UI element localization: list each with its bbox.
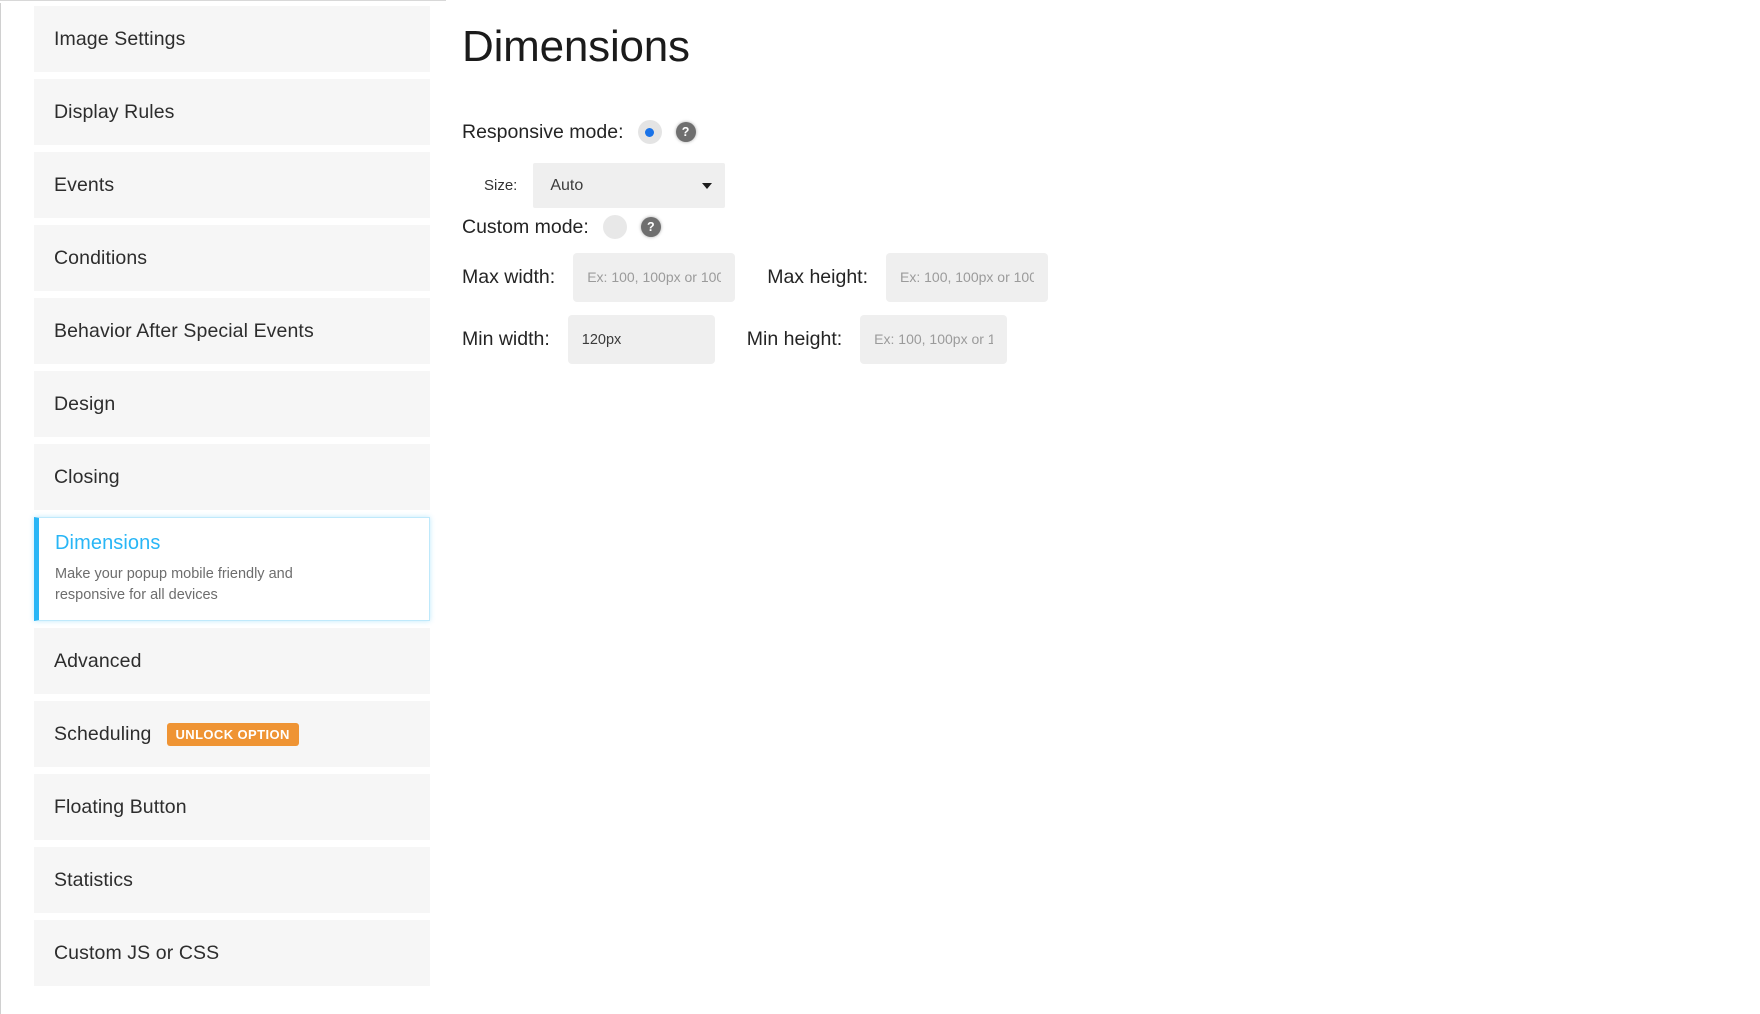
sidebar-item-label: Statistics bbox=[54, 869, 133, 892]
window-chrome-left bbox=[0, 3, 1, 1014]
sidebar-item-scheduling-content: Scheduling UNLOCK OPTION bbox=[54, 723, 299, 746]
settings-sidebar: Image Settings Display Rules Events Cond… bbox=[34, 6, 430, 1014]
sidebar-item-label: Events bbox=[54, 174, 114, 197]
sidebar-item-display-rules[interactable]: Display Rules bbox=[34, 79, 430, 145]
max-height-label: Max height: bbox=[767, 266, 868, 289]
app-root: Image Settings Display Rules Events Cond… bbox=[0, 0, 1760, 1014]
size-label: Size: bbox=[484, 177, 517, 194]
sidebar-item-label: Image Settings bbox=[54, 28, 185, 51]
size-row: Size: Auto bbox=[484, 163, 725, 208]
sidebar-item-scheduling[interactable]: Scheduling UNLOCK OPTION bbox=[34, 701, 430, 767]
sidebar-item-advanced[interactable]: Advanced bbox=[34, 628, 430, 694]
custom-mode-label: Custom mode: bbox=[462, 216, 589, 239]
min-width-input[interactable] bbox=[568, 315, 715, 364]
max-width-label: Max width: bbox=[462, 266, 555, 289]
min-width-label: Min width: bbox=[462, 328, 550, 351]
sidebar-item-conditions[interactable]: Conditions bbox=[34, 225, 430, 291]
responsive-mode-label: Responsive mode: bbox=[462, 121, 624, 144]
sidebar-item-label: Custom JS or CSS bbox=[54, 942, 219, 965]
custom-mode-toggle[interactable] bbox=[603, 215, 627, 239]
chevron-down-icon bbox=[702, 183, 712, 189]
responsive-mode-row: Responsive mode: ? bbox=[462, 120, 696, 144]
sidebar-item-label: Display Rules bbox=[54, 101, 175, 124]
unlock-option-badge[interactable]: UNLOCK OPTION bbox=[167, 723, 299, 746]
min-size-row: Min width: Min height: bbox=[462, 315, 1007, 364]
toggle-knob-icon bbox=[610, 223, 619, 232]
sidebar-item-dimensions[interactable]: Dimensions Make your popup mobile friend… bbox=[34, 517, 430, 621]
sidebar-item-events[interactable]: Events bbox=[34, 152, 430, 218]
max-size-row: Max width: Max height: bbox=[462, 253, 1048, 302]
min-height-input[interactable] bbox=[860, 315, 1007, 364]
main-panel: Dimensions Responsive mode: ? Size: Auto bbox=[446, 0, 1760, 1014]
sidebar-item-label: Floating Button bbox=[54, 796, 187, 819]
sidebar-item-label: Scheduling bbox=[54, 723, 152, 746]
size-select-value: Auto bbox=[550, 177, 583, 195]
sidebar-item-custom-js-or-css[interactable]: Custom JS or CSS bbox=[34, 920, 430, 986]
sidebar-item-label: Advanced bbox=[54, 650, 142, 673]
sidebar-item-image-settings[interactable]: Image Settings bbox=[34, 6, 430, 72]
sidebar-item-label: Design bbox=[54, 393, 115, 416]
sidebar-item-label: Dimensions bbox=[55, 532, 160, 555]
sidebar-item-label: Closing bbox=[54, 466, 120, 489]
sidebar-item-floating-button[interactable]: Floating Button bbox=[34, 774, 430, 840]
sidebar-item-behavior-after-special-events[interactable]: Behavior After Special Events bbox=[34, 298, 430, 364]
sidebar-item-closing[interactable]: Closing bbox=[34, 444, 430, 510]
max-width-input[interactable] bbox=[573, 253, 735, 302]
max-height-input[interactable] bbox=[886, 253, 1048, 302]
min-height-label: Min height: bbox=[747, 328, 842, 351]
sidebar-item-description: Make your popup mobile friendly and resp… bbox=[55, 564, 355, 606]
size-select[interactable]: Auto bbox=[533, 163, 725, 208]
custom-mode-row: Custom mode: ? bbox=[462, 215, 661, 239]
sidebar-item-design[interactable]: Design bbox=[34, 371, 430, 437]
responsive-mode-help-icon[interactable]: ? bbox=[676, 122, 696, 142]
toggle-knob-icon bbox=[645, 128, 654, 137]
page-title: Dimensions bbox=[462, 22, 690, 72]
sidebar-item-statistics[interactable]: Statistics bbox=[34, 847, 430, 913]
responsive-mode-toggle[interactable] bbox=[638, 120, 662, 144]
sidebar-item-label: Conditions bbox=[54, 247, 147, 270]
sidebar-item-label: Behavior After Special Events bbox=[54, 320, 314, 343]
custom-mode-help-icon[interactable]: ? bbox=[641, 217, 661, 237]
